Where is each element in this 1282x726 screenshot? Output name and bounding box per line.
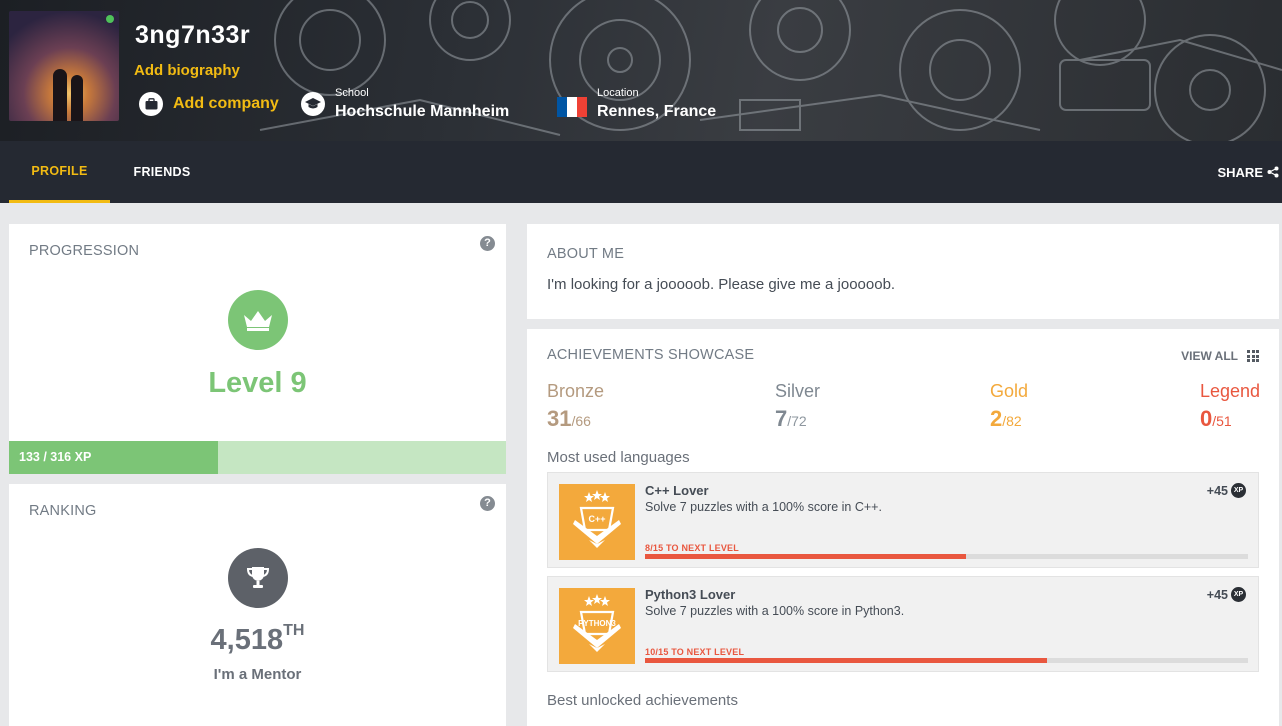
achievement-badge: C++ — [559, 484, 635, 560]
laurel-badge-icon: PYTHON3 — [573, 594, 621, 652]
most-used-languages-label: Most used languages — [547, 449, 690, 466]
tier-total: /66 — [571, 413, 591, 429]
achievement-xp-value: +45 — [1206, 483, 1228, 498]
profile-navbar: PROFILE FRIENDS SHARE — [0, 141, 1282, 203]
add-company-item[interactable]: Add company — [139, 86, 279, 122]
xp-progress-bar: 133 / 316 XP — [9, 441, 506, 474]
achievement-badge: PYTHON3 — [559, 588, 635, 664]
achievements-card: ACHIEVEMENTS SHOWCASE VIEW ALL Bronze 31… — [527, 329, 1279, 726]
school-label: School — [335, 86, 369, 99]
profile-banner: 3ng7n33r Add biography Add company Schoo… — [0, 0, 1282, 141]
progression-title: PROGRESSION — [29, 243, 140, 259]
trophy-badge — [228, 548, 288, 608]
trophy-icon — [246, 567, 270, 588]
level-crown-badge — [228, 290, 288, 350]
school-item: School Hochschule Mannheim — [301, 86, 509, 122]
progression-card: PROGRESSION ? Level 9 133 / 316 XP — [9, 224, 506, 474]
france-flag-icon — [557, 97, 587, 117]
graduation-cap-icon — [301, 92, 325, 116]
best-unlocked-label: Best unlocked achievements — [547, 692, 738, 709]
achievement-item[interactable]: PYTHON3 Python3 Lover Solve 7 puzzles wi… — [547, 576, 1259, 672]
username: 3ng7n33r — [135, 21, 251, 49]
view-all-label: VIEW ALL — [1181, 349, 1238, 363]
tier-count: 2 — [990, 406, 1003, 431]
tier-bronze: Bronze 31/66 — [547, 381, 604, 432]
achievement-title: C++ Lover — [645, 483, 709, 498]
tier-count: 7 — [775, 406, 788, 431]
achievement-item[interactable]: C++ C++ Lover Solve 7 puzzles with a 100… — [547, 472, 1259, 568]
achievement-xp-value: +45 — [1206, 587, 1228, 602]
view-all-button[interactable]: VIEW ALL — [1181, 349, 1259, 363]
tier-name: Bronze — [547, 381, 605, 401]
tier-silver: Silver 7/72 — [775, 381, 820, 432]
laurel-badge-icon: C++ — [573, 490, 621, 548]
tier-total: /82 — [1002, 413, 1022, 429]
tier-gold: Gold 2/82 — [990, 381, 1028, 432]
rank-suffix: TH — [283, 622, 305, 639]
badge-label: C++ — [588, 514, 605, 524]
achievement-progress-fill — [645, 658, 1048, 663]
tier-name: Gold — [990, 381, 1029, 401]
level-value: Level 9 — [208, 367, 307, 399]
achievement-next-level: 8/15 TO NEXT LEVEL — [645, 543, 739, 553]
xp-progress-text: 133 / 316 XP — [19, 450, 92, 464]
tab-profile[interactable]: PROFILE — [9, 141, 110, 203]
add-company-link[interactable]: Add company — [173, 95, 279, 113]
briefcase-icon — [139, 92, 163, 116]
badge-label: PYTHON3 — [578, 619, 616, 628]
xp-icon: XP — [1231, 483, 1246, 498]
share-icon — [1267, 166, 1279, 178]
rank-number: 4,518 — [210, 624, 284, 656]
achievement-title: Python3 Lover — [645, 587, 736, 602]
about-card: ABOUT ME I'm looking for a jooooob. Plea… — [527, 224, 1279, 319]
tier-count: 31 — [547, 406, 572, 431]
progression-help-icon[interactable]: ? — [480, 236, 495, 251]
tier-count: 0 — [1200, 406, 1213, 431]
about-text: I'm looking for a jooooob. Please give m… — [547, 276, 896, 293]
xp-icon: XP — [1231, 587, 1246, 602]
grid-icon — [1247, 350, 1259, 362]
avatar[interactable] — [9, 11, 119, 121]
achievement-description: Solve 7 puzzles with a 100% score in Pyt… — [645, 604, 905, 618]
crown-icon — [244, 311, 272, 331]
tier-legend: Legend 0/51 — [1200, 381, 1260, 432]
ranking-help-icon[interactable]: ? — [480, 496, 495, 511]
achievements-title: ACHIEVEMENTS SHOWCASE — [547, 347, 755, 363]
ranking-card: RANKING ? 4,518TH I'm a Mentor — [9, 484, 506, 726]
location-label: Location — [597, 86, 639, 99]
tier-name: Silver — [775, 381, 821, 401]
tab-friends[interactable]: FRIENDS — [120, 141, 204, 203]
rank-value: 4,518TH — [9, 622, 506, 657]
achievement-next-level: 10/15 TO NEXT LEVEL — [645, 647, 745, 657]
tier-total: /51 — [1212, 413, 1232, 429]
achievement-description: Solve 7 puzzles with a 100% score in C++… — [645, 500, 882, 514]
location-value: Rennes, France — [597, 102, 717, 120]
achievement-progress-bar — [645, 658, 1248, 663]
achievement-progress-fill — [645, 554, 967, 559]
online-status-indicator — [106, 15, 114, 23]
achievement-progress-bar — [645, 554, 1248, 559]
location-item: Location Rennes, France — [557, 86, 716, 122]
tier-total: /72 — [787, 413, 807, 429]
share-button[interactable]: SHARE — [1217, 141, 1279, 203]
achievement-xp: +45 XP — [1207, 483, 1246, 498]
tier-name: Legend — [1200, 381, 1261, 401]
add-biography-link[interactable]: Add biography — [134, 62, 240, 79]
rank-subtitle: I'm a Mentor — [213, 666, 302, 683]
ranking-title: RANKING — [29, 503, 97, 519]
about-title: ABOUT ME — [547, 246, 625, 262]
school-value: Hochschule Mannheim — [335, 102, 510, 120]
achievement-xp: +45 XP — [1207, 587, 1246, 602]
share-label: SHARE — [1217, 164, 1263, 180]
